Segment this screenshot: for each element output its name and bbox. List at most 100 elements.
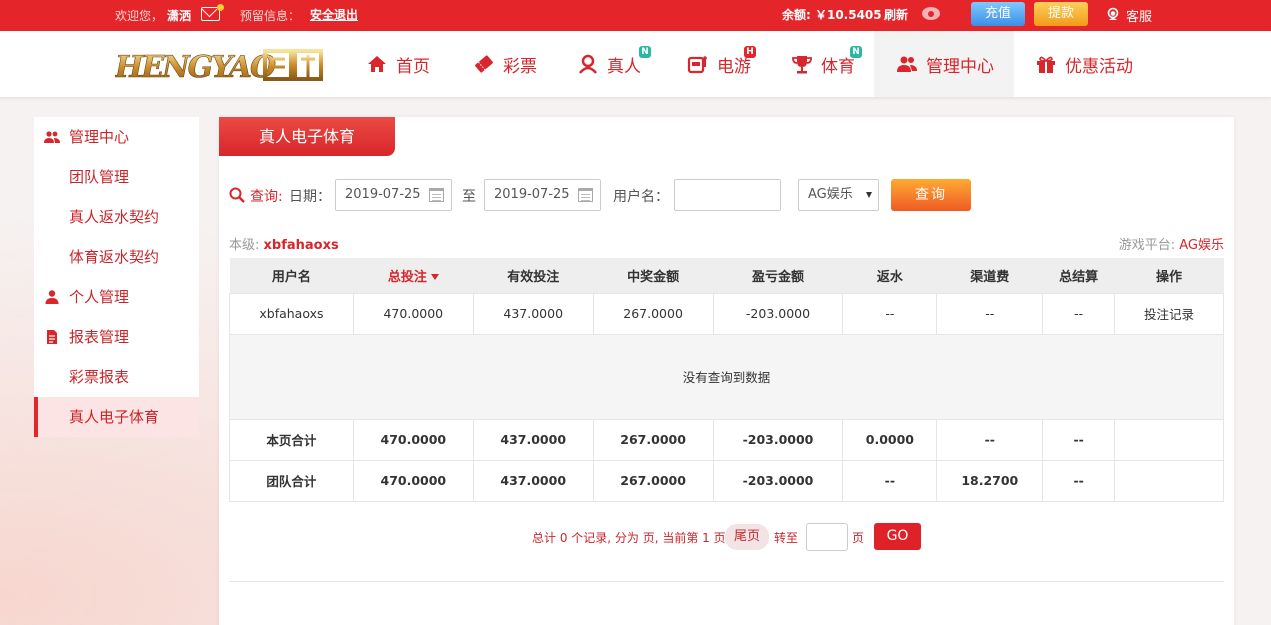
table-cell: 18.2700 xyxy=(936,459,1044,502)
recharge-button[interactable]: 充值 xyxy=(971,2,1025,26)
date-from-value: 2019-07-25 xyxy=(345,187,421,202)
sidebar-item-label: 真人返水契约 xyxy=(69,208,160,226)
nav-promotions-label: 优惠活动 xyxy=(1065,56,1133,77)
empty-message: 没有查询到数据 xyxy=(229,333,1224,420)
sidebar-item-label: 彩票报表 xyxy=(69,368,130,386)
table-cell: -- xyxy=(1042,459,1116,502)
level-label: 本级: xyxy=(229,238,260,253)
nav-management-center-label: 管理中心 xyxy=(926,56,994,77)
goto-label: 转至 xyxy=(774,531,799,545)
table-cell: xbfahaoxs xyxy=(229,292,354,335)
unread-dot xyxy=(217,4,224,11)
calendar-icon[interactable] xyxy=(429,188,444,202)
table-cell: -- xyxy=(936,292,1044,335)
headset-icon xyxy=(1107,7,1119,20)
reserve-info: 预留信息： xyxy=(240,9,301,23)
sidebar-item-label: 管理中心 xyxy=(69,128,130,146)
sort-desc-icon xyxy=(430,274,439,281)
to-label: 至 xyxy=(462,189,476,205)
table-cell: 267.0000 xyxy=(592,459,714,502)
date-from-input[interactable]: 2019-07-25 xyxy=(335,179,452,211)
eye-icon[interactable] xyxy=(922,7,940,20)
slot-machine-icon xyxy=(687,56,707,74)
user-icon xyxy=(45,290,59,304)
go-button[interactable]: GO xyxy=(874,523,921,550)
username-label: 用户名： xyxy=(613,189,669,205)
welcome-label: 欢迎您， xyxy=(115,9,164,23)
nav-management-center[interactable]: 管理中心 xyxy=(874,31,1014,97)
level-info: 本级: xbfahaoxs xyxy=(229,234,339,253)
sidebar-item-reports[interactable]: 报表管理 xyxy=(34,317,199,357)
page-number-input[interactable] xyxy=(806,523,848,551)
nav-lottery[interactable]: 彩票 xyxy=(473,31,573,97)
table-cell: -203.0000 xyxy=(712,292,844,335)
table-cell: 470.0000 xyxy=(352,418,474,461)
table-cell: 本页合计 xyxy=(229,418,354,461)
column-header-sortable[interactable]: 总投注 xyxy=(353,258,474,294)
page-unit-label: 页 xyxy=(852,531,865,545)
nav-sports[interactable]: 体育 xyxy=(791,31,871,97)
sidebar-item-sports-rebate[interactable]: 体育返水契约 xyxy=(34,237,199,277)
table-cell: 437.0000 xyxy=(472,292,594,335)
page-title: 真人电子体育 xyxy=(219,117,395,156)
sidebar-item-label: 个人管理 xyxy=(69,288,130,306)
sidebar-item-team[interactable]: 团队管理 xyxy=(34,157,199,197)
column-header: 用户名 xyxy=(229,258,354,294)
table-cell xyxy=(1114,459,1224,502)
refresh-link[interactable]: 刷新 xyxy=(884,6,908,23)
column-header-label: 总投注 xyxy=(387,269,427,285)
table-cell: -203.0000 xyxy=(712,459,844,502)
pagination-info: 总计 0 个记录, 分为 页, 当前第 1 页 xyxy=(532,531,726,545)
sidebar-item-label: 真人电子体育 xyxy=(69,408,160,426)
sidebar-item-personal[interactable]: 个人管理 xyxy=(34,277,199,317)
platform-label: 游戏平台: xyxy=(1118,238,1176,253)
column-header: 操作 xyxy=(1114,258,1224,294)
table-cell: -- xyxy=(1042,418,1116,461)
sidebar-item-live-electronic-sports[interactable]: 真人电子体育 xyxy=(34,397,199,437)
lottery-ticket-icon xyxy=(475,55,493,73)
gift-icon xyxy=(1037,56,1055,73)
nav-live[interactable]: 真人 xyxy=(577,31,657,97)
table-cell: -203.0000 xyxy=(712,418,844,461)
date-to-input[interactable]: 2019-07-25 xyxy=(484,179,601,211)
sidebar: 管理中心 团队管理 真人返水契约 体育返水契约 个人管理 报表管理 彩票报表 真… xyxy=(34,117,199,437)
table-header: 用户名 总投注 有效投注 中奖金额 盈亏金额 返水 渠道费 总结算 操作 xyxy=(229,258,1224,294)
bet-record-link[interactable]: 投注记录 xyxy=(1114,292,1224,335)
logout-link[interactable]: 安全退出 xyxy=(310,6,358,23)
nav-promotions[interactable]: 优惠活动 xyxy=(1035,31,1145,97)
main-nav: HENGYAO 首页 彩票 真人 N 电游 H 体育 N 管理中心 优惠活动 xyxy=(0,31,1271,98)
dealer-icon xyxy=(579,54,597,74)
nav-slots[interactable]: 电游 xyxy=(687,31,767,97)
table-cell: -- xyxy=(936,418,1044,461)
table-cell: -- xyxy=(1042,292,1116,335)
last-page-button[interactable]: 尾页 xyxy=(725,524,769,550)
table-cell: 470.0000 xyxy=(352,292,474,335)
username-input[interactable] xyxy=(674,179,781,211)
table-cell: 437.0000 xyxy=(472,459,594,502)
table-row: xbfahaoxs 470.0000 437.0000 267.0000 -20… xyxy=(229,292,1224,335)
sidebar-item-lottery-report[interactable]: 彩票报表 xyxy=(34,357,199,397)
table-cell: -- xyxy=(842,459,938,502)
column-header: 返水 xyxy=(842,258,937,294)
sidebar-item-label: 报表管理 xyxy=(69,328,130,346)
date-to-value: 2019-07-25 xyxy=(494,187,570,202)
query-button[interactable]: 查询 xyxy=(891,179,971,211)
column-header: 中奖金额 xyxy=(593,258,714,294)
column-header: 有效投注 xyxy=(473,258,594,294)
username: 潇洒 xyxy=(167,9,192,23)
sidebar-item-management-center[interactable]: 管理中心 xyxy=(34,117,199,157)
report-table: 用户名 总投注 有效投注 中奖金额 盈亏金额 返水 渠道费 总结算 操作 xbf… xyxy=(229,258,1224,502)
customer-service-link[interactable]: 客服 xyxy=(1126,6,1152,25)
table-cell: 0.0000 xyxy=(842,418,938,461)
nav-home[interactable]: 首页 xyxy=(366,31,466,97)
calendar-icon[interactable] xyxy=(578,188,593,202)
table-cell: -- xyxy=(842,292,938,335)
sidebar-item-label: 团队管理 xyxy=(69,168,130,186)
hengyao-logo[interactable]: HENGYAO xyxy=(115,47,323,83)
platform-select[interactable]: AG娱乐 xyxy=(798,179,879,211)
nav-live-label: 真人 xyxy=(607,56,641,77)
sidebar-item-live-rebate[interactable]: 真人返水契约 xyxy=(34,197,199,237)
balance-text: 余额: ￥10.5405 xyxy=(782,8,882,22)
withdraw-button[interactable]: 提款 xyxy=(1034,2,1088,26)
query-label: 查询: xyxy=(250,189,283,205)
